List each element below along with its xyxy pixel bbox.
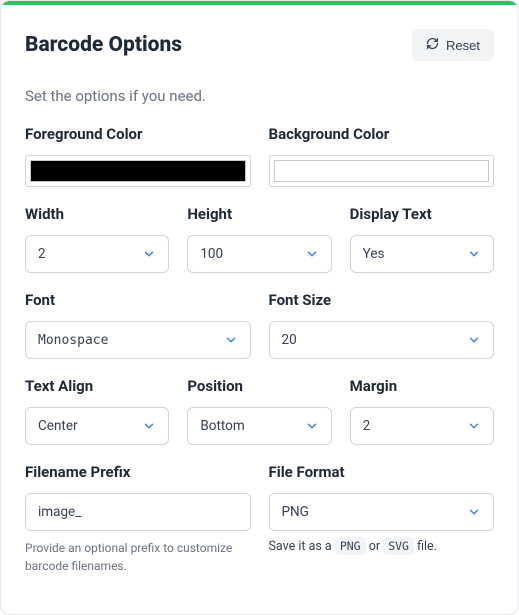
reset-button[interactable]: Reset xyxy=(412,29,494,61)
chevron-down-icon xyxy=(467,505,481,519)
chevron-down-icon xyxy=(467,419,481,433)
font-size-select[interactable]: 20 xyxy=(269,321,495,359)
height-select[interactable]: 100 xyxy=(187,235,331,273)
margin-value: 2 xyxy=(363,418,467,434)
width-value: 2 xyxy=(38,246,142,262)
file-format-value: PNG xyxy=(282,504,468,520)
margin-label: Margin xyxy=(350,377,494,395)
file-format-select[interactable]: PNG xyxy=(269,493,495,531)
chevron-down-icon xyxy=(305,419,319,433)
foreground-color-field: Foreground Color xyxy=(25,125,251,187)
format-chip-png: PNG xyxy=(335,537,366,555)
display-text-value: Yes xyxy=(363,246,467,262)
height-label: Height xyxy=(187,205,331,223)
foreground-color-input[interactable] xyxy=(25,155,251,187)
chevron-down-icon xyxy=(142,247,156,261)
font-select[interactable]: Monospace xyxy=(25,321,251,359)
chevron-down-icon xyxy=(224,333,238,347)
file-format-label: File Format xyxy=(269,463,495,481)
chevron-down-icon xyxy=(305,247,319,261)
subtitle: Set the options if you need. xyxy=(25,87,494,105)
position-label: Position xyxy=(187,377,331,395)
font-size-value: 20 xyxy=(282,332,468,348)
barcode-options-card: Barcode Options Reset Set the options if… xyxy=(0,0,519,615)
background-color-input[interactable] xyxy=(269,155,495,187)
format-note-prefix: Save it as a xyxy=(269,539,332,554)
foreground-color-label: Foreground Color xyxy=(25,125,251,143)
height-value: 100 xyxy=(200,246,304,262)
display-text-select[interactable]: Yes xyxy=(350,235,494,273)
text-align-value: Center xyxy=(38,418,142,434)
reset-button-label: Reset xyxy=(446,38,480,53)
refresh-icon xyxy=(426,37,439,53)
margin-select[interactable]: 2 xyxy=(350,407,494,445)
font-label: Font xyxy=(25,291,251,309)
filename-prefix-help: Provide an optional prefix to customize … xyxy=(25,539,251,575)
filename-prefix-input[interactable] xyxy=(38,504,238,520)
format-note-or: or xyxy=(369,539,380,554)
display-text-label: Display Text xyxy=(350,205,494,223)
chevron-down-icon xyxy=(467,247,481,261)
background-color-swatch xyxy=(274,160,490,182)
format-note-suffix: file. xyxy=(417,539,437,554)
text-align-label: Text Align xyxy=(25,377,169,395)
chevron-down-icon xyxy=(467,333,481,347)
file-format-note: Save it as a PNG or SVG file. xyxy=(269,539,495,554)
font-size-label: Font Size xyxy=(269,291,495,309)
card-header: Barcode Options Reset xyxy=(25,29,494,61)
width-select[interactable]: 2 xyxy=(25,235,169,273)
filename-prefix-input-wrap xyxy=(25,493,251,531)
position-select[interactable]: Bottom xyxy=(187,407,331,445)
font-value: Monospace xyxy=(38,333,224,348)
background-color-label: Background Color xyxy=(269,125,495,143)
position-value: Bottom xyxy=(200,418,304,434)
foreground-color-swatch xyxy=(30,160,246,182)
format-chip-svg: SVG xyxy=(383,537,414,555)
filename-prefix-label: Filename Prefix xyxy=(25,463,251,481)
text-align-select[interactable]: Center xyxy=(25,407,169,445)
width-label: Width xyxy=(25,205,169,223)
background-color-field: Background Color xyxy=(269,125,495,187)
page-title: Barcode Options xyxy=(25,33,182,57)
chevron-down-icon xyxy=(142,419,156,433)
